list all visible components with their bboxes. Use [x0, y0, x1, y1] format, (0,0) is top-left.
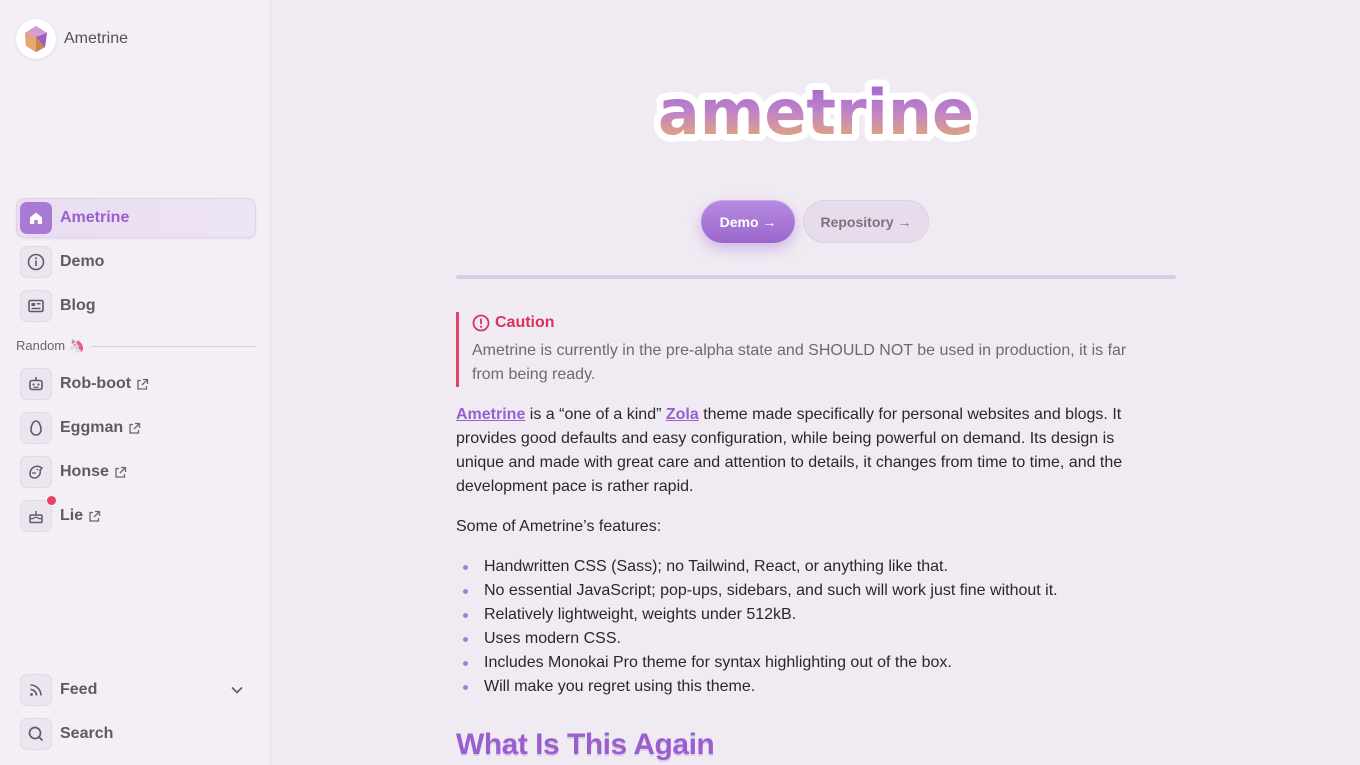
zola-link[interactable]: Zola: [666, 406, 699, 423]
rss-icon: [20, 674, 52, 706]
newspaper-icon: [20, 290, 52, 322]
horse-icon: [20, 456, 52, 488]
sidebar-item-label: Eggman: [60, 419, 124, 436]
search-icon: [20, 718, 52, 750]
sidebar-item-label: Rob-boot: [60, 375, 132, 392]
external-link-icon: [114, 466, 127, 479]
section-divider: [456, 275, 1176, 279]
list-item: Uses modern CSS.: [456, 627, 1156, 651]
chevron-down-icon[interactable]: [230, 683, 244, 702]
home-icon: [20, 202, 52, 234]
hero-logo-text: ametrine: [658, 76, 974, 149]
robot-icon: [20, 368, 52, 400]
sidebar-item-label: Demo: [60, 253, 105, 270]
list-item: Handwritten CSS (Sass); no Tailwind, Rea…: [456, 555, 1156, 579]
section-heading: What Is This Again: [456, 728, 715, 761]
ametrine-link[interactable]: Ametrine: [456, 406, 525, 423]
brand-name: Ametrine: [64, 30, 129, 47]
egg-icon: [20, 412, 52, 444]
demo-button[interactable]: Demo →: [701, 200, 795, 243]
hero-logo: ametrine ametrine: [651, 64, 981, 156]
sidebar-item-label: Honse: [60, 463, 109, 480]
sidebar-item-lie[interactable]: Lie: [16, 495, 256, 536]
callout-title: Caution: [495, 314, 555, 331]
primary-nav: Ametrine Demo Blog: [16, 198, 256, 330]
sidebar-item-eggman[interactable]: Eggman: [16, 408, 256, 448]
notification-badge: [46, 495, 57, 506]
callout-text: Ametrine is currently in the pre-alpha s…: [472, 342, 1127, 383]
features-intro: Some of Ametrine’s features:: [456, 518, 662, 535]
list-item: Includes Monokai Pro theme for syntax hi…: [456, 651, 1156, 675]
sidebar-item-blog[interactable]: Blog: [16, 286, 256, 326]
sidebar-item-feed[interactable]: Feed: [16, 670, 256, 710]
sidebar-item-search[interactable]: Search: [16, 714, 256, 754]
list-item: Relatively lightweight, weights under 51…: [456, 603, 1156, 627]
brand[interactable]: Ametrine: [16, 19, 128, 59]
external-link-icon: [128, 422, 141, 435]
random-section-divider: Random 🦄: [16, 338, 256, 354]
intro-paragraph: Ametrine is a “one of a kind” Zola theme…: [456, 406, 1123, 495]
sidebar-item-label: Blog: [60, 297, 96, 314]
ametrine-gem-icon: [16, 19, 56, 59]
list-item: No essential JavaScript; pop-ups, sideba…: [456, 579, 1156, 603]
info-icon: [20, 246, 52, 278]
divider-line: [90, 345, 256, 347]
sidebar-item-label: Lie: [60, 507, 84, 524]
random-nav: Rob-boot Eggman Honse Lie: [16, 364, 256, 540]
sidebar-item-label: Feed: [60, 681, 98, 698]
sidebar-item-demo[interactable]: Demo: [16, 242, 256, 282]
sidebar: Ametrine Ametrine Demo Blog Random 🦄 Rob…: [0, 0, 271, 765]
bottom-nav: Feed Search: [16, 670, 256, 758]
sidebar-item-ametrine[interactable]: Ametrine: [16, 198, 256, 238]
caution-callout: Caution Ametrine is currently in the pre…: [456, 312, 1156, 387]
random-section-label: Random 🦄: [16, 338, 85, 353]
external-link-icon: [88, 510, 101, 523]
sidebar-item-label: Ametrine: [60, 209, 130, 226]
list-item: Will make you regret using this theme.: [456, 675, 1156, 699]
cake-icon: [20, 495, 57, 532]
callout-header: Caution: [472, 312, 1156, 334]
hero-buttons: Demo → Repository →: [701, 200, 929, 243]
sidebar-item-honse[interactable]: Honse: [16, 452, 256, 492]
external-link-icon: [136, 378, 149, 391]
alert-circle-icon: [472, 314, 490, 332]
repository-button[interactable]: Repository →: [803, 200, 929, 243]
sidebar-item-rob-boot[interactable]: Rob-boot: [16, 364, 256, 404]
unicorn-icon: 🦄: [68, 338, 85, 353]
features-list: Handwritten CSS (Sass); no Tailwind, Rea…: [456, 555, 1156, 699]
sidebar-item-label: Search: [60, 725, 114, 742]
